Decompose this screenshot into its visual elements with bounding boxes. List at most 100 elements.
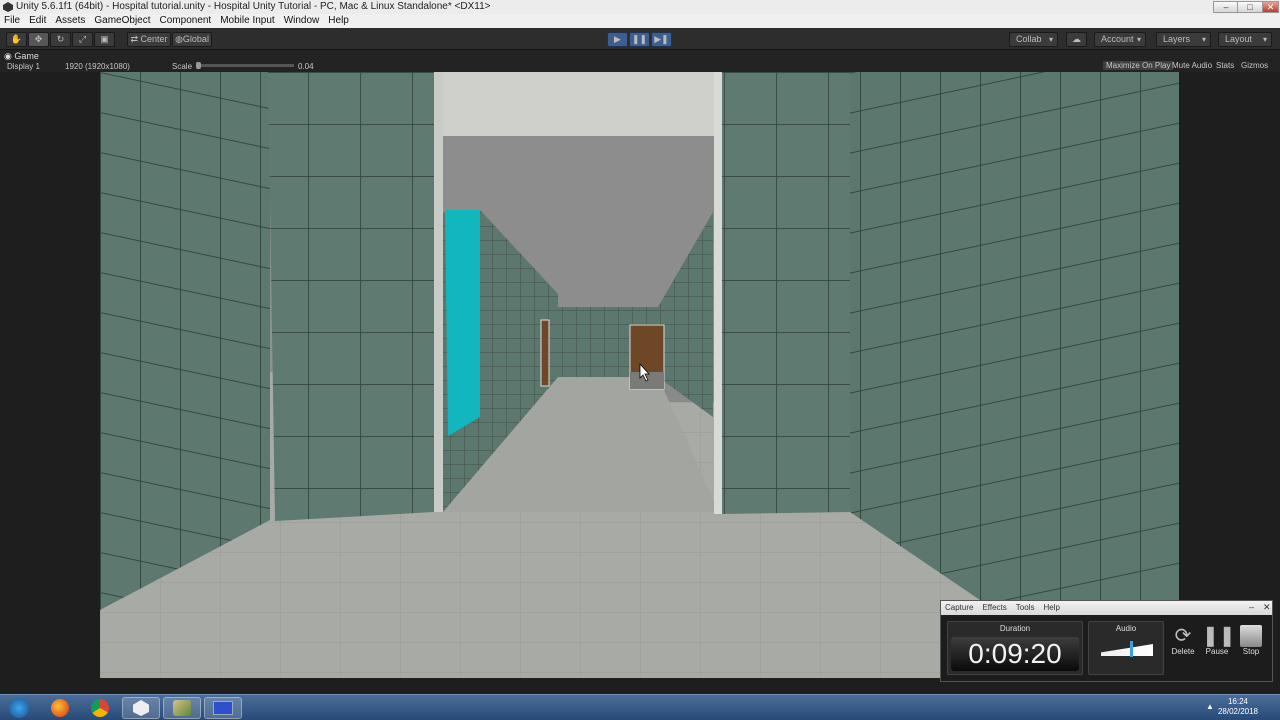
minimize-button[interactable]: – <box>1213 1 1239 13</box>
audio-level-thumb[interactable] <box>1129 641 1133 657</box>
delete-button[interactable]: ⟳ Delete <box>1168 625 1198 656</box>
app-icon <box>173 700 191 716</box>
system-clock[interactable]: 16:24 28/02/2018 <box>1218 697 1258 717</box>
clock-time: 16:24 <box>1227 697 1248 706</box>
layout-dropdown[interactable]: Layout <box>1218 32 1272 47</box>
menu-assets[interactable]: Assets <box>55 14 85 28</box>
delete-icon: ⟳ <box>1174 625 1192 647</box>
hand-icon: ✋ <box>10 34 23 44</box>
menu-help[interactable]: Help <box>328 14 349 28</box>
display-dropdown[interactable]: Display 1 <box>7 62 40 71</box>
menu-component[interactable]: Component <box>160 14 212 28</box>
game-view-header: ◉ Game Display 1 1920 (1920x1080) Scale … <box>0 50 1280 72</box>
step-button[interactable]: ▶❚ <box>651 32 672 47</box>
title-bar: Unity 5.6.1f1 (64bit) - Hospital tutoria… <box>0 0 1280 14</box>
move-icon: ✥ <box>34 34 43 44</box>
pivot-toggle[interactable]: ⇄ Center <box>127 32 171 47</box>
audio-panel: Audio <box>1088 621 1164 675</box>
layers-dropdown[interactable]: Layers <box>1156 32 1211 47</box>
delete-label: Delete <box>1171 647 1195 656</box>
door-frame-top <box>434 72 720 136</box>
capture-close-icon[interactable]: ✕ <box>1263 602 1271 613</box>
audio-level-slider[interactable] <box>1101 644 1153 656</box>
unity-logo-icon <box>3 2 13 12</box>
resolution-dropdown[interactable]: 1920 (1920x1080) <box>65 62 130 71</box>
scale-value: 0.04 <box>298 62 314 71</box>
audio-label: Audio <box>1115 624 1137 633</box>
account-label: Account <box>1101 34 1134 44</box>
game-tab-icon: ◉ <box>4 51 12 61</box>
left-side-wall <box>100 72 270 610</box>
cloud-button[interactable]: ☁ <box>1066 32 1087 47</box>
windows-taskbar: ▲ 16:24 28/02/2018 <box>0 694 1280 720</box>
scale-slider-thumb[interactable] <box>196 62 201 69</box>
globe-icon: ◍ <box>175 34 183 44</box>
pause-capture-button[interactable]: ❚❚ Pause <box>1202 625 1236 656</box>
tray-arrow-icon[interactable]: ▲ <box>1206 702 1214 711</box>
pause-capture-label: Pause <box>1205 647 1229 656</box>
firefox-icon <box>51 699 69 717</box>
move-tool-button[interactable]: ✥ <box>28 32 49 47</box>
taskbar-app[interactable] <box>163 697 201 719</box>
capture-minimize-icon[interactable]: – <box>1249 602 1254 612</box>
pivot-label: Center <box>140 34 168 44</box>
rect-tool-button[interactable]: ▣ <box>94 32 115 47</box>
mute-audio-toggle[interactable]: Mute Audio <box>1169 61 1215 70</box>
left-front-wall <box>268 72 434 521</box>
play-button[interactable]: ▶ <box>607 32 628 47</box>
toolbar: ✋ ✥ ↻ ⤢ ▣ ⇄ Center ◍Global ▶ ❚❚ ▶❚ Colla… <box>0 28 1280 50</box>
windows-logo-icon <box>9 698 29 718</box>
glass-panel <box>445 210 480 436</box>
cloud-icon: ☁ <box>1072 34 1081 44</box>
unity-icon <box>133 700 149 716</box>
clock-date: 28/02/2018 <box>1217 707 1258 716</box>
tab-game[interactable]: ◉ Game <box>4 51 39 62</box>
scale-tool-button[interactable]: ⤢ <box>72 32 93 47</box>
duration-timer: 0:09:20 <box>951 637 1079 671</box>
corridor-scene <box>100 72 1179 678</box>
maximize-button[interactable]: □ <box>1237 1 1263 13</box>
right-front-wall <box>720 72 850 514</box>
menu-mobile-input[interactable]: Mobile Input <box>220 14 274 28</box>
stop-button[interactable]: Stop <box>1236 625 1266 656</box>
collab-dropdown[interactable]: Collab <box>1009 32 1058 47</box>
step-icon: ▶❚ <box>654 34 669 44</box>
maximize-on-play-toggle[interactable]: Maximize On Play <box>1103 61 1174 70</box>
stop-label: Stop <box>1242 647 1260 656</box>
game-viewport[interactable] <box>100 72 1179 678</box>
capture-menu: Capture Effects Tools Help <box>941 601 1272 615</box>
gizmos-dropdown[interactable]: Gizmos <box>1238 61 1271 70</box>
taskbar-firefox[interactable] <box>41 697 79 719</box>
pause-button[interactable]: ❚❚ <box>629 32 650 47</box>
capture-menu-effects[interactable]: Effects <box>982 601 1006 615</box>
hand-tool-button[interactable]: ✋ <box>6 32 27 47</box>
layout-label: Layout <box>1225 34 1253 44</box>
taskbar-unity[interactable] <box>122 697 160 719</box>
space-label: Global <box>182 34 209 44</box>
capture-menu-tools[interactable]: Tools <box>1016 601 1035 615</box>
play-icon: ▶ <box>614 34 621 44</box>
recorder-icon <box>213 701 233 715</box>
menu-bar: File Edit Assets GameObject Component Mo… <box>0 14 1280 28</box>
taskbar-chrome[interactable] <box>81 697 119 719</box>
taskbar-recorder[interactable] <box>204 697 242 719</box>
layers-label: Layers <box>1163 34 1191 44</box>
start-button[interactable] <box>2 697 36 719</box>
pause-capture-icon: ❚❚ <box>1202 625 1236 647</box>
menu-gameobject[interactable]: GameObject <box>94 14 150 28</box>
stats-toggle[interactable]: Stats <box>1213 61 1237 70</box>
space-toggle[interactable]: ◍Global <box>172 32 212 47</box>
menu-edit[interactable]: Edit <box>29 14 46 28</box>
scale-slider[interactable] <box>196 62 294 69</box>
scale-label: Scale <box>172 62 193 71</box>
rotate-tool-button[interactable]: ↻ <box>50 32 71 47</box>
menu-window[interactable]: Window <box>284 14 320 28</box>
duration-panel: Duration 0:09:20 <box>947 621 1083 675</box>
capture-menu-help[interactable]: Help <box>1043 601 1059 615</box>
account-dropdown[interactable]: Account <box>1094 32 1146 47</box>
left-door[interactable] <box>540 319 550 387</box>
close-button[interactable]: ✕ <box>1262 1 1279 13</box>
menu-file[interactable]: File <box>4 14 20 28</box>
right-side-wall <box>850 72 1179 612</box>
capture-menu-capture[interactable]: Capture <box>945 601 973 615</box>
